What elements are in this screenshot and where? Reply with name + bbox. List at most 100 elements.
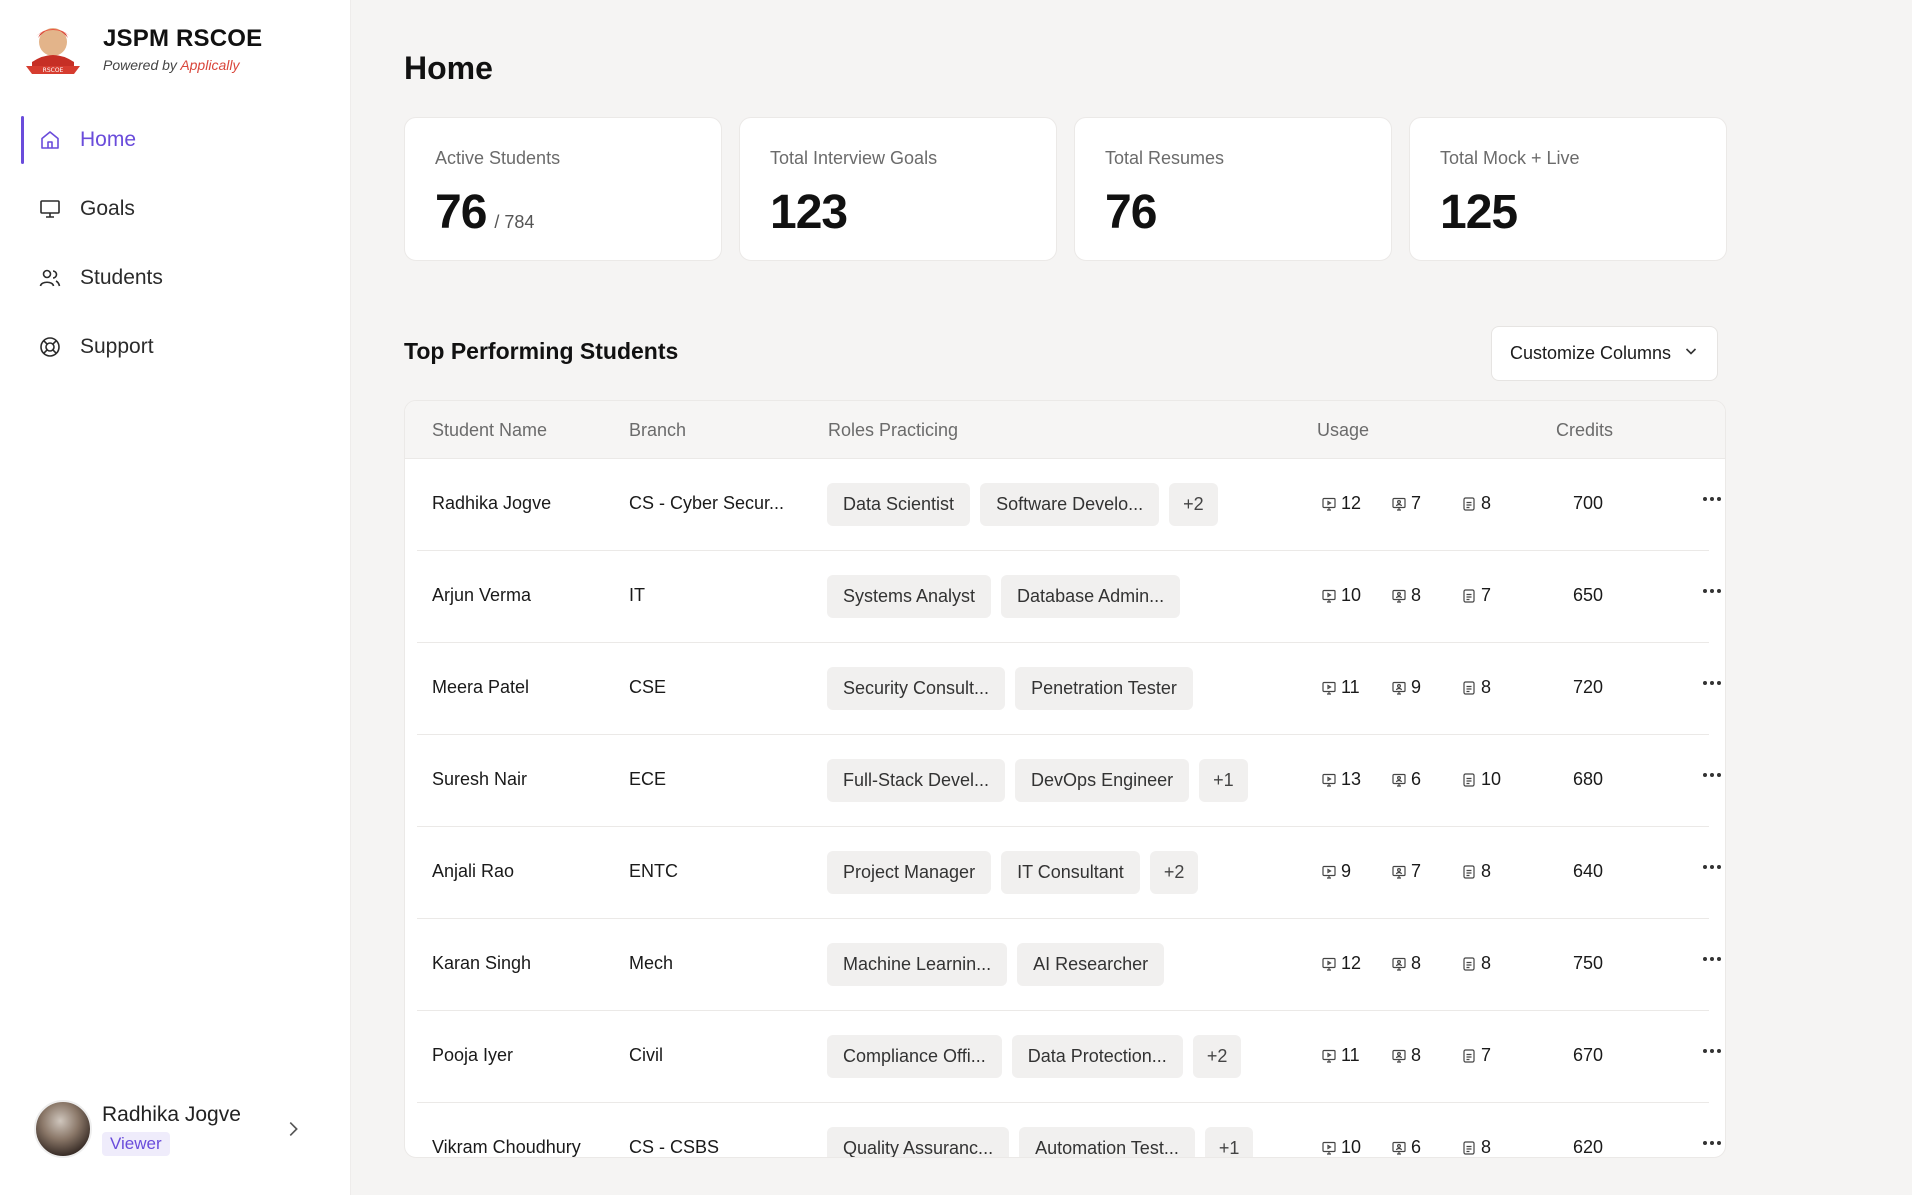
sidebar-nav: Home Goals Students Support xyxy=(0,116,351,392)
student-credits: 720 xyxy=(1573,677,1604,697)
role-chip: Systems Analyst xyxy=(827,575,992,618)
students-table: Student Name Branch Roles Practicing Usa… xyxy=(404,400,1726,1158)
row-actions-menu[interactable] xyxy=(1697,1039,1725,1063)
svg-text:RSCOE: RSCOE xyxy=(43,67,64,74)
table-row[interactable]: Suresh Nair ECE Full-Stack Devel... DevOp… xyxy=(417,735,1721,827)
main-content: Home Active Students 76/ 784 Total Inter… xyxy=(351,0,1912,1195)
usage-resumes: 8 xyxy=(1461,1137,1505,1157)
roles-list: Compliance Offi... Data Protection... +2 xyxy=(827,1035,1242,1078)
usage-interviews: 12 xyxy=(1321,493,1365,514)
stat-card-active-students: Active Students 76/ 784 xyxy=(404,117,722,261)
usage-mock: 8 xyxy=(1391,1045,1435,1066)
more-roles-chip[interactable]: +1 xyxy=(1204,1127,1254,1157)
usage-stats: 11 8 7 xyxy=(1321,1045,1505,1066)
row-actions-menu[interactable] xyxy=(1697,487,1725,511)
avatar xyxy=(34,1100,92,1158)
student-credits: 680 xyxy=(1573,769,1604,789)
roles-list: Machine Learnin... AI Researcher xyxy=(827,943,1165,986)
student-branch: CSE xyxy=(629,677,667,697)
role-chip: DevOps Engineer xyxy=(1015,759,1190,802)
lifebuoy-icon xyxy=(38,335,62,359)
more-roles-chip[interactable]: +2 xyxy=(1149,851,1199,894)
more-roles-chip[interactable]: +2 xyxy=(1169,483,1218,526)
role-chip: Compliance Offi... xyxy=(827,1035,1002,1078)
row-actions-menu[interactable] xyxy=(1697,947,1725,971)
sidebar: RSCOE JSPM RSCOE Powered by Applically H… xyxy=(0,0,351,1195)
student-name: Anjali Rao xyxy=(432,861,515,881)
table-row[interactable]: Anjali Rao ENTC Project Manager IT Consul… xyxy=(417,827,1721,919)
row-actions-menu[interactable] xyxy=(1697,763,1725,787)
usage-interviews: 10 xyxy=(1321,1137,1365,1157)
roles-list: Systems Analyst Database Admin... xyxy=(827,575,1181,618)
table-row[interactable]: Radhika Jogve CS - Cyber Secur... Data S… xyxy=(417,459,1721,551)
column-header-name[interactable]: Student Name xyxy=(432,420,547,441)
roles-list: Project Manager IT Consultant +2 xyxy=(827,851,1199,894)
table-row[interactable]: Vikram Choudhury CS - CSBS Quality Assur… xyxy=(417,1103,1721,1157)
sidebar-item-label: Goals xyxy=(80,197,135,220)
usage-mock: 6 xyxy=(1391,769,1435,790)
table-row[interactable]: Pooja Iyer Civil Compliance Offi... Data … xyxy=(417,1011,1721,1103)
user-name: Radhika Jogve xyxy=(102,1102,241,1126)
stat-label: Total Resumes xyxy=(1105,148,1225,168)
sidebar-item-home[interactable]: Home xyxy=(0,116,351,164)
sidebar-item-support[interactable]: Support xyxy=(0,323,351,371)
sidebar-item-students[interactable]: Students xyxy=(0,254,351,302)
column-header-roles[interactable]: Roles Practicing xyxy=(828,420,958,441)
usage-stats: 12 8 8 xyxy=(1321,953,1505,974)
app-root: RSCOE JSPM RSCOE Powered by Applically H… xyxy=(0,0,1912,1195)
column-header-usage[interactable]: Usage xyxy=(1317,420,1369,441)
presentation-play-icon xyxy=(1322,957,1336,971)
usage-interviews: 10 xyxy=(1321,585,1365,606)
document-icon xyxy=(1463,1048,1475,1063)
student-credits: 640 xyxy=(1573,861,1604,881)
presentation-user-icon xyxy=(1392,589,1406,603)
roles-list: Data Scientist Software Develo... +2 xyxy=(827,483,1218,526)
role-chip: Data Protection... xyxy=(1011,1035,1183,1078)
sidebar-item-label: Support xyxy=(80,335,154,358)
usage-interviews: 11 xyxy=(1321,1045,1365,1066)
stat-value: 76/ 784 xyxy=(435,186,535,239)
role-chip: Quality Assuranc... xyxy=(827,1127,1010,1157)
presentation-user-icon xyxy=(1392,497,1406,511)
sidebar-item-label: Students xyxy=(80,266,163,289)
role-chip: Penetration Tester xyxy=(1015,667,1193,710)
chevron-right-icon[interactable] xyxy=(282,1118,304,1140)
student-credits: 700 xyxy=(1573,493,1604,513)
row-actions-menu[interactable] xyxy=(1697,671,1725,695)
row-actions-menu[interactable] xyxy=(1697,855,1725,879)
usage-interviews: 9 xyxy=(1321,861,1365,882)
more-roles-chip[interactable]: +2 xyxy=(1192,1035,1242,1078)
presentation-play-icon xyxy=(1322,589,1336,603)
table-header: Student Name Branch Roles Practicing Usa… xyxy=(405,401,1725,459)
column-header-credits[interactable]: Credits xyxy=(1556,420,1613,441)
role-chip: Project Manager xyxy=(827,851,992,894)
table-row[interactable]: Karan Singh Mech Machine Learnin... AI Re… xyxy=(417,919,1721,1011)
role-chip: AI Researcher xyxy=(1017,943,1165,986)
presentation-user-icon xyxy=(1392,957,1406,971)
table-row[interactable]: Meera Patel CSE Security Consult... Penet… xyxy=(417,643,1721,735)
usage-resumes: 8 xyxy=(1461,861,1505,882)
document-icon xyxy=(1463,1140,1475,1155)
row-actions-menu[interactable] xyxy=(1697,579,1725,603)
more-horizontal-icon xyxy=(1697,855,1725,879)
role-chip: Software Develo... xyxy=(980,483,1160,526)
table-row[interactable]: Arjun Verma IT Systems Analyst Database A… xyxy=(417,551,1721,643)
presentation-user-icon xyxy=(1392,773,1406,787)
row-actions-menu[interactable] xyxy=(1697,1131,1725,1155)
more-horizontal-icon xyxy=(1697,579,1725,603)
usage-stats: 12 7 8 xyxy=(1321,493,1505,514)
customize-columns-button[interactable]: Customize Columns xyxy=(1491,326,1718,381)
user-card[interactable]: Radhika Jogve Viewer xyxy=(34,1100,304,1158)
roles-list: Quality Assuranc... Automation Test... +1 xyxy=(827,1127,1254,1157)
customize-columns-label: Customize Columns xyxy=(1509,343,1672,363)
more-roles-chip[interactable]: +1 xyxy=(1199,759,1248,802)
presentation-play-icon xyxy=(1322,1141,1336,1155)
usage-resumes: 7 xyxy=(1461,1045,1505,1066)
student-credits: 670 xyxy=(1573,1045,1604,1065)
more-horizontal-icon xyxy=(1697,487,1725,511)
brand-subtitle: Powered by Applically xyxy=(103,57,240,73)
column-header-branch[interactable]: Branch xyxy=(629,420,686,441)
student-credits: 750 xyxy=(1573,953,1604,973)
sidebar-item-goals[interactable]: Goals xyxy=(0,185,351,233)
presentation-user-icon xyxy=(1392,681,1406,695)
